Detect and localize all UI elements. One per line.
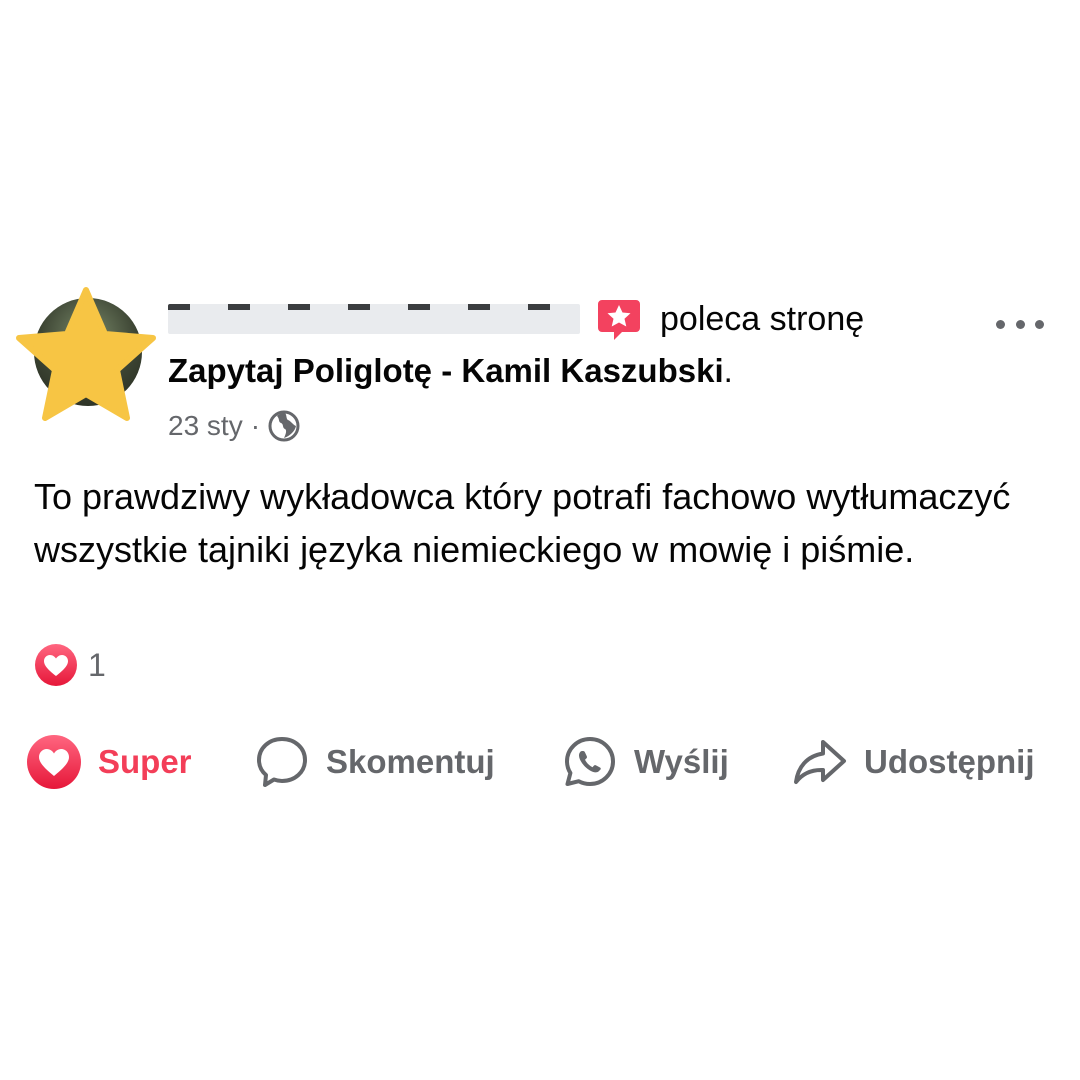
star-icon (16, 287, 156, 421)
super-label: Super (98, 743, 192, 780)
more-options-icon[interactable] (996, 310, 1044, 338)
comment-button[interactable]: Skomentuj (254, 732, 495, 792)
reactions-summary[interactable]: 1 (34, 642, 106, 688)
send-label: Wyślij (634, 743, 729, 780)
whatsapp-icon (565, 737, 615, 786)
recommend-star-badge-icon (598, 300, 640, 340)
super-button[interactable]: Super (26, 732, 192, 792)
globe-icon (268, 410, 300, 442)
share-icon (794, 740, 846, 784)
post-text: To prawdziwy wykładowca który potrafi fa… (34, 476, 1011, 570)
page-name-suffix: . (723, 352, 733, 389)
author-line: poleca stronę (168, 296, 864, 342)
post-date[interactable]: 23 sty (168, 410, 243, 442)
send-button[interactable]: Wyślij (562, 732, 729, 792)
recommend-text: poleca stronę (660, 299, 865, 338)
comment-icon (257, 737, 307, 787)
action-bar: Super Skomentuj Wyślij Udostępnij (26, 732, 1066, 792)
share-label: Udostępnij (864, 743, 1035, 780)
share-button[interactable]: Udostępnij (792, 732, 1035, 792)
love-icon (27, 735, 81, 789)
reaction-count: 1 (88, 646, 106, 683)
redacted-author-name[interactable] (168, 304, 580, 334)
page-name-link[interactable]: Zapytaj Poliglotę - Kamil Kaszubski (168, 352, 724, 389)
post-card: poleca stronę Zapytaj Poliglotę - Kamil … (0, 0, 1080, 1080)
comment-label: Skomentuj (326, 743, 495, 780)
page-name[interactable]: Zapytaj Poliglotę - Kamil Kaszubski. (168, 352, 733, 390)
meta-separator: · (250, 410, 261, 441)
love-reaction-icon (35, 644, 77, 686)
post-meta: 23 sty · (168, 406, 300, 446)
